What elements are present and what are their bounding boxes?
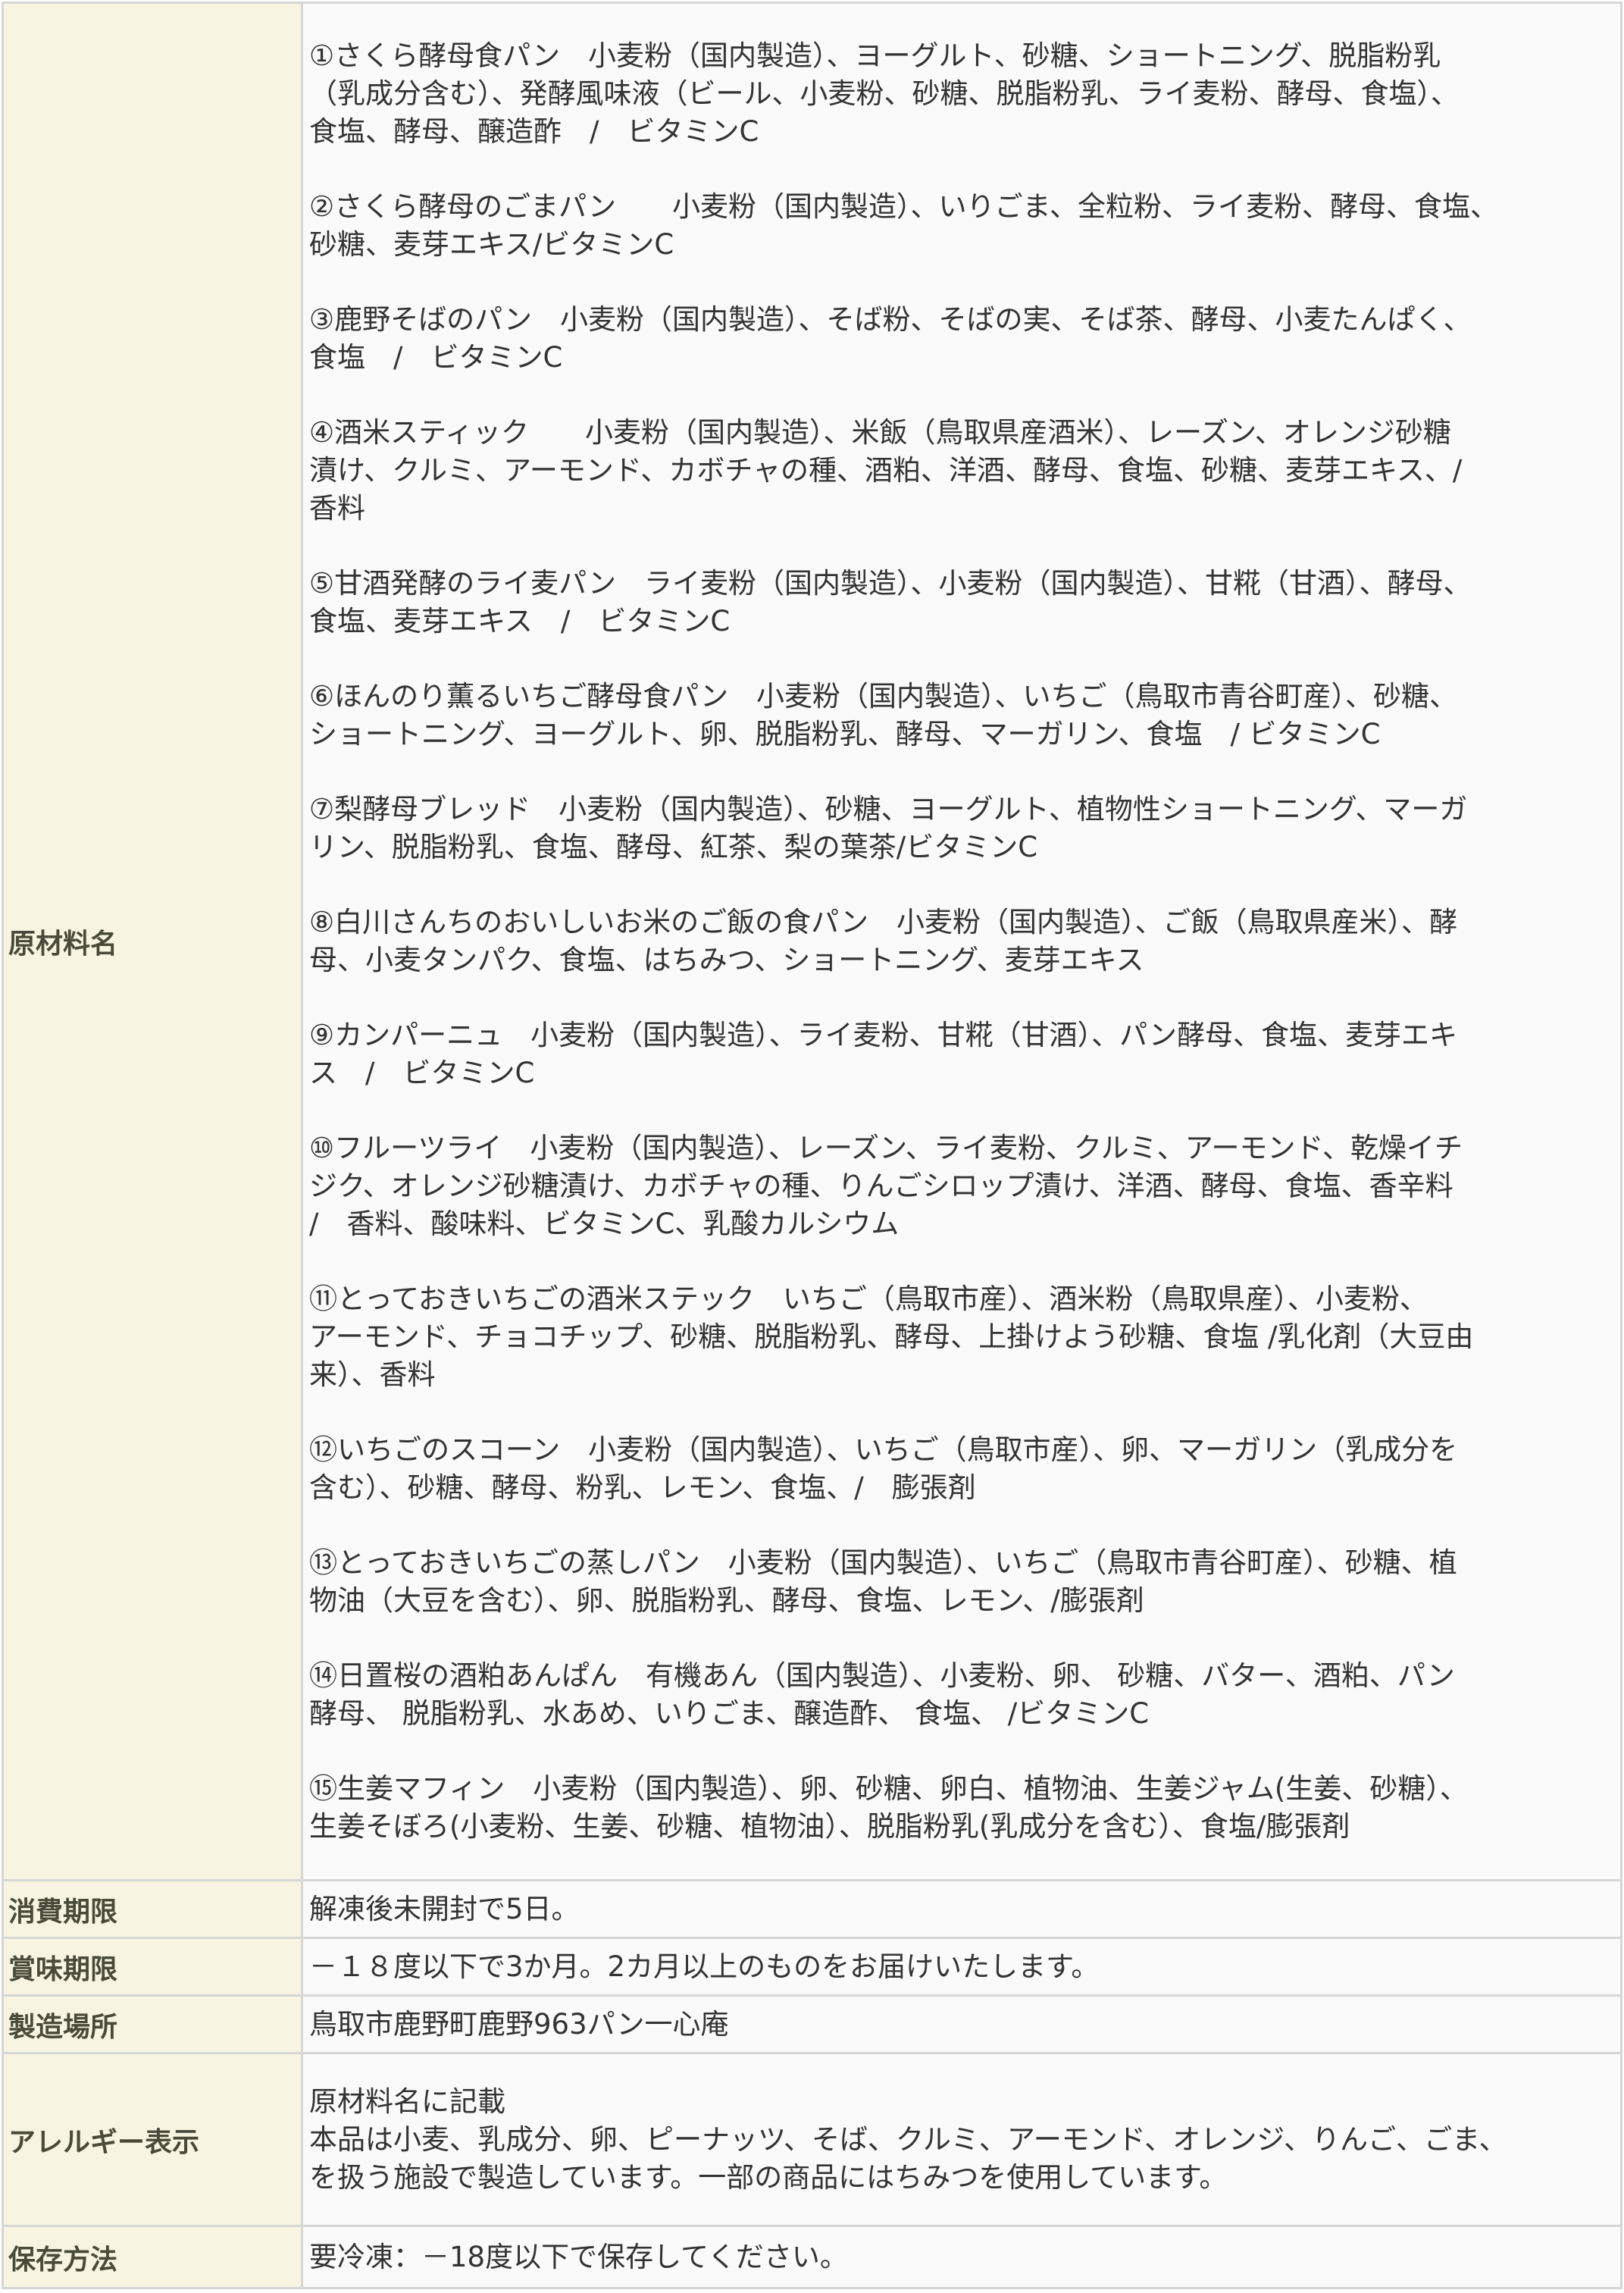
consume-by-label: 消費期限	[2, 1879, 303, 1939]
allergy-line: 原材料名に記載	[309, 2085, 505, 2118]
ingredient-item: ⑦梨酵母ブレッド 小麦粉（国内製造）、砂糖、ヨーグルト、植物性ショートニング、マ…	[309, 791, 1617, 866]
row-manufacturer: 製造場所 鳥取市鹿野町鹿野963パン一心庵	[2, 1994, 1622, 2054]
consume-by-value: 解凍後未開封で5日。	[301, 1879, 1622, 1939]
ingredient-line: ⑮生姜マフィン 小麦粉（国内製造）、卵、砂糖、卵白、植物油、生姜ジャム(生姜、砂…	[309, 1772, 1468, 1805]
ingredient-line: ④酒米スティック 小麦粉（国内製造）、米飯（鳥取県産酒米）、レーズン、オレンジ砂…	[309, 416, 1451, 449]
ingredient-line: ⑦梨酵母ブレッド 小麦粉（国内製造）、砂糖、ヨーグルト、植物性ショートニング、マ…	[309, 793, 1468, 825]
manufacturer-label: 製造場所	[2, 1994, 303, 2054]
ingredient-line: 漬け、クルミ、アーモンド、カボチャの種、酒粕、洋酒、酵母、食塩、砂糖、麦芽エキス…	[309, 454, 1463, 487]
ingredient-line: ②さくら酵母のごまパン 小麦粉（国内製造）、いりごま、全粒粉、ライ麦粉、酵母、食…	[309, 190, 1499, 223]
allergy-line: を扱う施設で製造しています。一部の商品にはちみつを使用しています。	[309, 2160, 1228, 2194]
ingredient-line: 生姜そぼろ(小麦粉、生姜、砂糖、植物油）、脱脂粉乳(乳成分を含む）、食塩/膨張剤	[309, 1810, 1350, 1843]
ingredient-item: ②さくら酵母のごまパン 小麦粉（国内製造）、いりごま、全粒粉、ライ麦粉、酵母、食…	[309, 188, 1617, 264]
ingredient-item: ⑤甘酒発酵のライ麦パン ライ麦粉（国内製造）、小麦粉（国内製造）、甘糀（甘酒）、…	[309, 565, 1617, 641]
ingredient-line: 食塩、酵母、醸造酢 / ビタミンC	[309, 115, 759, 148]
storage-label: 保存方法	[2, 2225, 303, 2289]
ingredient-item: ⑩フルーツライ 小麦粉（国内製造）、レーズン、ライ麦粉、クルミ、アーモンド、乾燥…	[309, 1129, 1617, 1243]
ingredient-item: ⑨カンパーニュ 小麦粉（国内製造）、ライ麦粉、甘糀（甘酒）、パン酵母、食塩、麦芽…	[309, 1017, 1617, 1092]
ingredient-line: / 香料、酸味料、ビタミンC、乳酸カルシウム	[309, 1208, 900, 1240]
ingredient-line: ⑩フルーツライ 小麦粉（国内製造）、レーズン、ライ麦粉、クルミ、アーモンド、乾燥…	[309, 1132, 1463, 1164]
ingredient-list: ①さくら酵母食パン 小麦粉（国内製造）、ヨーグルト、砂糖、ショートニング、脱脂粉…	[309, 37, 1617, 1846]
ingredient-line: 酵母、 脱脂粉乳、水あめ、いりごま、醸造酢、 食塩、 /ビタミンC	[309, 1697, 1150, 1730]
ingredient-line: ⑥ほんのり薫るいちご酵母食パン 小麦粉（国内製造）、いちご（鳥取市青谷町産）、砂…	[309, 680, 1458, 713]
ingredient-item: ①さくら酵母食パン 小麦粉（国内製造）、ヨーグルト、砂糖、ショートニング、脱脂粉…	[309, 37, 1617, 151]
row-ingredients: 原材料名 ①さくら酵母食パン 小麦粉（国内製造）、ヨーグルト、砂糖、ショートニン…	[2, 2, 1622, 1881]
ingredient-line: ①さくら酵母食パン 小麦粉（国内製造）、ヨーグルト、砂糖、ショートニング、脱脂粉…	[309, 39, 1441, 72]
ingredient-line: ス / ビタミンC	[309, 1057, 535, 1089]
allergy-label: アレルギー表示	[2, 2052, 303, 2227]
ingredient-line: 来）、香料	[309, 1358, 436, 1391]
ingredient-item: ⑪とっておきいちごの酒米ステック いちご（鳥取市産）、酒米粉（鳥取県産）、小麦粉…	[309, 1280, 1617, 1394]
ingredient-line: 含む）、砂糖、酵母、粉乳、レモン、食塩、/ 膨張剤	[309, 1471, 976, 1504]
row-consume-by: 消費期限 解凍後未開封で5日。	[2, 1879, 1622, 1939]
row-best-before: 賞味期限 －１８度以下で3か月。2カ月以上のものをお届けいたします。	[2, 1937, 1622, 1997]
ingredient-line: ⑭日置桜の酒粕あんぱん 有機あん（国内製造）、小麦粉、卵、 砂糖、バター、酒粕、…	[309, 1659, 1455, 1692]
ingredient-line: ⑪とっておきいちごの酒米ステック いちご（鳥取市産）、酒米粉（鳥取県産）、小麦粉…	[309, 1283, 1428, 1315]
ingredient-line: 砂糖、麦芽エキス/ビタミンC	[309, 228, 674, 261]
ingredient-item: ⑫いちごのスコーン 小麦粉（国内製造）、いちご（鳥取市産）、卵、マーガリン（乳成…	[309, 1431, 1617, 1507]
ingredient-line: ⑤甘酒発酵のライ麦パン ライ麦粉（国内製造）、小麦粉（国内製造）、甘糀（甘酒）、…	[309, 567, 1472, 600]
ingredient-line: 食塩、麦芽エキス / ビタミンC	[309, 605, 731, 637]
allergy-value: 原材料名に記載 本品は小麦、乳成分、卵、ピーナッツ、そば、クルミ、アーモンド、オ…	[301, 2052, 1622, 2227]
manufacturer-value: 鳥取市鹿野町鹿野963パン一心庵	[301, 1994, 1622, 2054]
ingredient-line: 香料	[309, 492, 365, 525]
ingredients-label: 原材料名	[2, 2, 303, 1881]
ingredient-item: ⑮生姜マフィン 小麦粉（国内製造）、卵、砂糖、卵白、植物油、生姜ジャム(生姜、砂…	[309, 1770, 1617, 1846]
best-before-value: －１８度以下で3か月。2カ月以上のものをお届けいたします。	[301, 1937, 1622, 1997]
ingredient-line: ③鹿野そばのパン 小麦粉（国内製造）、そば粉、そばの実、そば茶、酵母、小麦たんぱ…	[309, 303, 1472, 336]
row-storage: 保存方法 要冷凍：－18度以下で保存してください。	[2, 2225, 1622, 2289]
ingredient-line: （乳成分含む）、発酵風味液（ビール、小麦粉、砂糖、脱脂粉乳、ライ麦粉、酵母、食塩…	[309, 77, 1459, 110]
ingredient-line: リン、脱脂粉乳、食塩、酵母、紅茶、梨の葉茶/ビタミンC	[309, 831, 1038, 863]
storage-value: 要冷凍：－18度以下で保存してください。	[301, 2225, 1622, 2289]
allergy-line: 本品は小麦、乳成分、卵、ピーナッツ、そば、クルミ、アーモンド、オレンジ、りんご、…	[309, 2122, 1507, 2156]
ingredient-item: ⑭日置桜の酒粕あんぱん 有機あん（国内製造）、小麦粉、卵、 砂糖、バター、酒粕、…	[309, 1657, 1617, 1733]
ingredient-item: ③鹿野そばのパン 小麦粉（国内製造）、そば粉、そばの実、そば茶、酵母、小麦たんぱ…	[309, 301, 1617, 377]
ingredient-line: ⑫いちごのスコーン 小麦粉（国内製造）、いちご（鳥取市産）、卵、マーガリン（乳成…	[309, 1433, 1458, 1466]
ingredient-item: ⑬とっておきいちごの蒸しパン 小麦粉（国内製造）、いちご（鳥取市青谷町産）、砂糖…	[309, 1544, 1617, 1620]
ingredient-item: ⑧白川さんちのおいしいお米のご飯の食パン 小麦粉（国内製造）、ご飯（鳥取県産米）…	[309, 904, 1617, 979]
ingredients-value: ①さくら酵母食パン 小麦粉（国内製造）、ヨーグルト、砂糖、ショートニング、脱脂粉…	[301, 2, 1622, 1881]
ingredient-item: ⑥ほんのり薫るいちご酵母食パン 小麦粉（国内製造）、いちご（鳥取市青谷町産）、砂…	[309, 678, 1617, 753]
ingredient-line: 母、小麦タンパク、食塩、はちみつ、ショートニング、麦芽エキス	[309, 944, 1144, 976]
ingredient-line: 食塩 / ビタミンC	[309, 341, 563, 374]
ingredient-line: ⑨カンパーニュ 小麦粉（国内製造）、ライ麦粉、甘糀（甘酒）、パン酵母、食塩、麦芽…	[309, 1019, 1458, 1051]
product-spec-table: 原材料名 ①さくら酵母食パン 小麦粉（国内製造）、ヨーグルト、砂糖、ショートニン…	[2, 2, 1622, 2289]
ingredient-line: ショートニング、ヨーグルト、卵、脱脂粉乳、酵母、マーガリン、食塩 / ビタミンC	[309, 718, 1381, 750]
ingredient-line: 物油（大豆を含む）、卵、脱脂粉乳、酵母、食塩、レモン、/膨張剤	[309, 1584, 1144, 1617]
ingredient-line: アーモンド、チョコチップ、砂糖、脱脂粉乳、酵母、上掛けよう砂糖、食塩 /乳化剤（…	[309, 1320, 1474, 1353]
ingredient-line: ⑧白川さんちのおいしいお米のご飯の食パン 小麦粉（国内製造）、ご飯（鳥取県産米）…	[309, 906, 1458, 938]
ingredient-item: ④酒米スティック 小麦粉（国内製造）、米飯（鳥取県産酒米）、レーズン、オレンジ砂…	[309, 414, 1617, 528]
ingredient-line: ジク、オレンジ砂糖漬け、カボチャの種、りんごシロップ漬け、洋酒、酵母、食塩、香辛…	[309, 1170, 1453, 1202]
ingredient-line: ⑬とっておきいちごの蒸しパン 小麦粉（国内製造）、いちご（鳥取市青谷町産）、砂糖…	[309, 1546, 1457, 1579]
best-before-label: 賞味期限	[2, 1937, 303, 1997]
row-allergy: アレルギー表示 原材料名に記載 本品は小麦、乳成分、卵、ピーナッツ、そば、クルミ…	[2, 2052, 1622, 2227]
